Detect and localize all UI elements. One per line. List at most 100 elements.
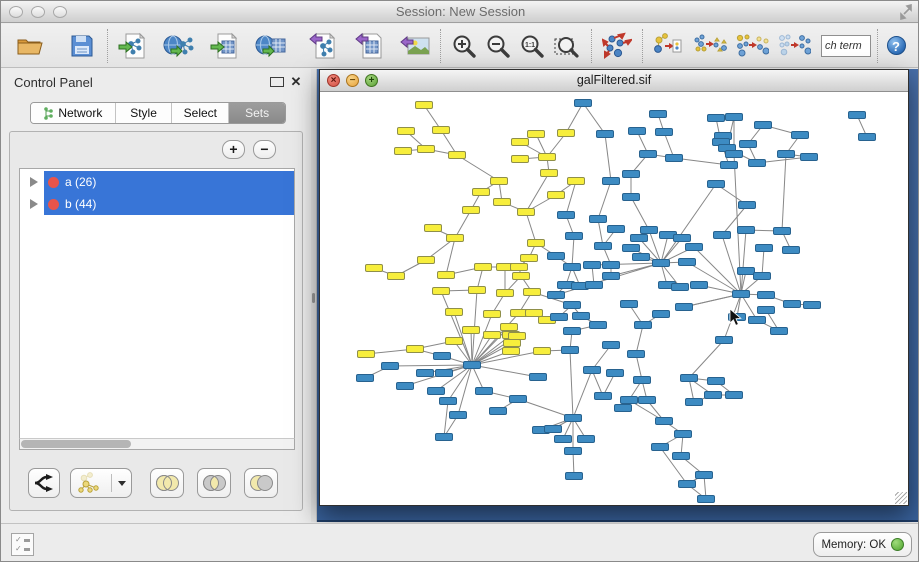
graph-node [446,309,463,316]
window-resize-grip[interactable] [895,492,907,504]
application-window: Session: New Session [0,0,919,562]
help-button[interactable]: ? [884,34,908,58]
float-panel-button[interactable] [270,77,284,87]
graph-node [631,235,648,242]
graph-node [584,367,601,374]
import-table-web-button[interactable] [252,27,290,65]
graph-node [358,351,375,358]
graph-node [696,472,713,479]
expander-icon[interactable] [30,199,38,209]
split-set-button[interactable] [28,468,60,498]
copy-network-style-button[interactable] [649,27,687,65]
graph-node [755,122,772,129]
graph-node [590,216,607,223]
network-window-titlebar[interactable]: × − + galFiltered.sif [320,70,908,92]
graph-node [476,388,493,395]
tab-sets[interactable]: Sets [229,103,285,123]
merge-networks-union-button[interactable] [691,27,729,65]
import-network-web-button[interactable] [160,27,198,65]
export-table-button[interactable] [350,27,388,65]
union-sets-button[interactable] [150,468,184,498]
import-network-file-button[interactable] [114,27,152,65]
export-image-button[interactable] [396,27,434,65]
tab-select[interactable]: Select [172,103,229,123]
zoom-in-button[interactable] [447,27,481,65]
graph-node [494,199,511,206]
graph-node [428,388,445,395]
graph-node [382,363,399,370]
create-set-from-network-button[interactable] [70,468,132,498]
open-session-button[interactable] [11,27,49,65]
zoom-fit-selected-button[interactable] [549,27,585,65]
network-view-window[interactable]: × − + galFiltered.sif [319,69,909,506]
merge-networks-union-icon [693,32,727,60]
tab-style[interactable]: Style [116,103,173,123]
graph-node [511,264,528,271]
graph-node [388,273,405,280]
graph-node [562,347,579,354]
graph-node [623,245,640,252]
graph-node [674,235,691,242]
task-history-button[interactable]: ✓ ✓ [11,533,34,556]
toolbar-separator [642,29,643,63]
close-panel-button[interactable]: ✕ [289,75,303,89]
graph-node [597,131,614,138]
difference-sets-button[interactable] [244,468,278,498]
graph-node [449,152,466,159]
graph-node [784,301,801,308]
remove-set-button[interactable]: − [253,140,276,159]
zoom-actual-size-button[interactable]: 1:1 [515,27,549,65]
control-panel: Control Panel ✕ Network Style Select Set… [1,69,311,523]
intersect-sets-button[interactable] [197,468,231,498]
zoom-in-icon [451,33,477,59]
export-network-button[interactable] [304,27,342,65]
graph-node [436,434,453,441]
apply-layout-icon [602,32,632,60]
horizontal-scrollbar[interactable] [19,438,295,450]
expander-icon[interactable] [30,177,38,187]
save-session-button[interactable] [63,27,101,65]
graph-node [566,233,583,240]
zoom-out-button[interactable] [481,27,515,65]
memory-status-button[interactable]: Memory: OK [813,532,912,557]
set-row-a[interactable]: a (26) [20,171,294,193]
graph-node [738,227,755,234]
graph-node [504,340,521,347]
graph-node [774,228,791,235]
graph-node [603,178,620,185]
graph-node [849,112,866,119]
search-input[interactable]: ch term [821,35,871,57]
graph-node [758,307,775,314]
network-canvas[interactable] [321,93,907,505]
open-folder-icon [15,33,45,59]
import-table-file-button[interactable] [206,27,244,65]
set-label: b (44) [65,197,96,211]
graph-node [416,102,433,109]
tab-network[interactable]: Network [31,103,116,123]
scrollbar-thumb[interactable] [21,440,131,448]
graph-node [545,426,562,433]
zoom-out-icon [485,33,511,59]
graph-node [521,255,538,262]
add-set-button[interactable]: + [222,140,245,159]
graph-node [503,348,520,355]
graph-node [859,134,876,141]
graph-node [564,264,581,271]
set-row-b[interactable]: b (44) [20,193,294,215]
export-image-icon [399,32,431,60]
mouse-cursor [730,309,741,325]
set-dot-icon [48,177,59,188]
graph-node [749,160,766,167]
graph-node [778,151,795,158]
graph-node [509,333,526,340]
graph-node [623,194,640,201]
graph-node [652,444,669,451]
merge-networks-intersection-button[interactable] [733,27,771,65]
apply-layout-button[interactable] [598,27,636,65]
graph-node [463,327,480,334]
export-table-icon [354,32,384,60]
merge-networks-difference-button[interactable] [775,27,813,65]
splitter-handle[interactable] [312,293,315,303]
expand-window-icon[interactable] [898,4,914,20]
graph-node [555,436,572,443]
